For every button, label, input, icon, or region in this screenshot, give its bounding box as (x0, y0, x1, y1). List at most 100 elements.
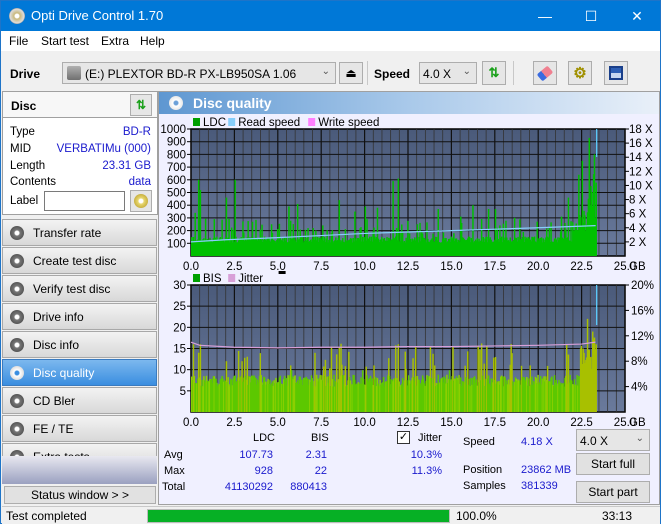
minimize-button[interactable]: — (522, 1, 568, 31)
eject-button[interactable]: ⏏ (339, 62, 363, 84)
maximize-button[interactable]: ☐ (568, 1, 614, 31)
y2-tick-label: 20% (631, 280, 654, 292)
stats-avg-jitter: 10.3% (410, 449, 442, 461)
floppy-icon (609, 66, 623, 80)
nav-item-disc-quality[interactable]: Disc quality (2, 359, 157, 386)
drive-icon (67, 66, 81, 80)
disc-length-value: 23.31 GB (102, 160, 151, 172)
speed-value: 4.0 X (423, 67, 452, 81)
start-full-button[interactable]: Start full (576, 453, 650, 475)
start-part-button[interactable]: Start part (576, 481, 650, 503)
y2-tick-label: 2 X (629, 237, 647, 249)
nav-item-label: FE / TE (33, 422, 74, 436)
stats-avg-ldc: 107.73 (239, 449, 273, 461)
ldc-bar (595, 182, 597, 256)
legend-marker (278, 271, 286, 274)
disc-label-button[interactable] (130, 190, 152, 212)
stats-col-ldc: LDC (253, 432, 276, 444)
save-button[interactable] (604, 61, 628, 85)
y2-tick-label: 12 X (629, 166, 653, 178)
x-tick-label: 2.5 (226, 417, 242, 429)
app-disc-icon (9, 8, 25, 24)
x-tick-label: 12.5 (397, 261, 419, 273)
y2-tick-label: 8% (631, 356, 648, 368)
charts-area: 1002003004005006007008009001000 2 X 4 X 6 X… (160, 117, 654, 429)
nav-item-transfer-rate[interactable]: Transfer rate (2, 219, 157, 246)
y2-tick-label: 18 X (629, 124, 653, 136)
eraser-icon (536, 65, 554, 81)
settings-button[interactable]: ⚙ (568, 61, 592, 85)
position-label: Position (463, 464, 503, 476)
test-speed-select[interactable]: 4.0 X ⌄ (576, 429, 650, 451)
y2-tick-label: 16 X (629, 138, 653, 150)
eject-icon: ⏏ (345, 66, 357, 80)
y-tick-label: 100 (167, 238, 186, 250)
chevron-down-icon: ⌄ (635, 433, 644, 444)
legend-swatch (308, 118, 316, 126)
menu-help[interactable]: Help (140, 34, 165, 48)
stats-total-bis: 880413 (290, 481, 327, 493)
x-tick-label: 17.5 (484, 261, 506, 273)
y-tick-label: 15 (173, 344, 186, 356)
jitter-label: Jitter (418, 432, 442, 444)
nav-item-cd-bler[interactable]: CD Bler (2, 387, 157, 414)
disc-contents-value: data (128, 176, 151, 188)
disc-icon (10, 310, 24, 324)
y-tick-label: 600 (167, 175, 186, 187)
app-window: Opti Drive Control 1.70 — ☐ ✕ File Start… (0, 0, 661, 524)
refresh-button[interactable]: ⇅ (482, 61, 506, 85)
main-title: Disc quality (193, 95, 272, 111)
nav-item-verify-test-disc[interactable]: Verify test disc (2, 275, 157, 302)
status-window-button[interactable]: Status window > > (4, 486, 156, 504)
x-tick-label: 0.0 (183, 261, 199, 273)
y2-tick-label: 12% (631, 331, 654, 343)
nav-item-label: Transfer rate (33, 226, 102, 240)
y-tick-label: 400 (167, 200, 186, 212)
x-tick-label: 15.0 (440, 417, 462, 429)
nav-item-create-test-disc[interactable]: Create test disc (2, 247, 157, 274)
nav-item-drive-info[interactable]: Drive info (2, 303, 157, 330)
disc-refresh-button[interactable]: ⇅ (130, 94, 152, 116)
disc-icon (10, 282, 24, 296)
stats-total-label: Total (162, 481, 186, 493)
nav-item-label: CD Bler (33, 394, 76, 408)
jitter-checkbox[interactable]: ✓ (397, 431, 410, 444)
nav-item-label: Disc info (33, 338, 80, 352)
close-button[interactable]: ✕ (614, 1, 660, 31)
y2-tick-label: 4% (631, 382, 648, 394)
disc-icon (10, 394, 24, 408)
samples-value: 381339 (521, 480, 558, 492)
y-tick-label: 900 (167, 137, 186, 149)
y2-tick-label: 10 X (629, 180, 653, 192)
nav-item-label: Create test disc (33, 254, 117, 268)
chevron-down-icon: ⌄ (462, 66, 471, 77)
menu-file[interactable]: File (9, 34, 28, 48)
disc-label-input[interactable] (44, 191, 125, 211)
legend-swatch (193, 118, 200, 126)
x-axis-label: GB (629, 261, 646, 273)
nav-item-disc-info[interactable]: Disc info (2, 331, 157, 358)
status-bar: Test completed 100.0% 33:13 (2, 506, 660, 524)
speed-select[interactable]: 4.0 X ⌄ (419, 62, 477, 84)
test-speed-value: 4.0 X (580, 434, 609, 448)
legend-label: Read speed (238, 117, 300, 129)
x-tick-label: 22.5 (570, 261, 592, 273)
y2-tick-label: 16% (631, 305, 654, 317)
toolbar: Drive (E:) PLEXTOR BD-R PX-LB950SA 1.06 … (1, 51, 660, 91)
erase-button[interactable] (533, 61, 557, 85)
drive-label: Drive (10, 67, 41, 81)
disc-mid-value: VERBATIMu (000) (56, 143, 151, 155)
y2-tick-label: 6 X (629, 209, 647, 221)
x-tick-label: 0.0 (183, 417, 199, 429)
menu-start-test[interactable]: Start test (41, 34, 89, 48)
refresh-arrows-icon: ⇅ (135, 98, 147, 112)
y-tick-label: 800 (167, 149, 186, 161)
nav-item-fe-te[interactable]: FE / TE (2, 415, 157, 442)
disc-icon (134, 194, 148, 208)
progress-label: 100.0% (456, 509, 497, 523)
y-tick-label: 1000 (160, 124, 186, 136)
disc-panel: Disc ⇅ Type BD-R MID VERBATIMu (000) Len… (2, 91, 158, 215)
drive-select[interactable]: (E:) PLEXTOR BD-R PX-LB950SA 1.06 ⌄ (62, 62, 336, 84)
menu-extra[interactable]: Extra (101, 34, 129, 48)
stats-max-ldc: 928 (254, 465, 273, 477)
